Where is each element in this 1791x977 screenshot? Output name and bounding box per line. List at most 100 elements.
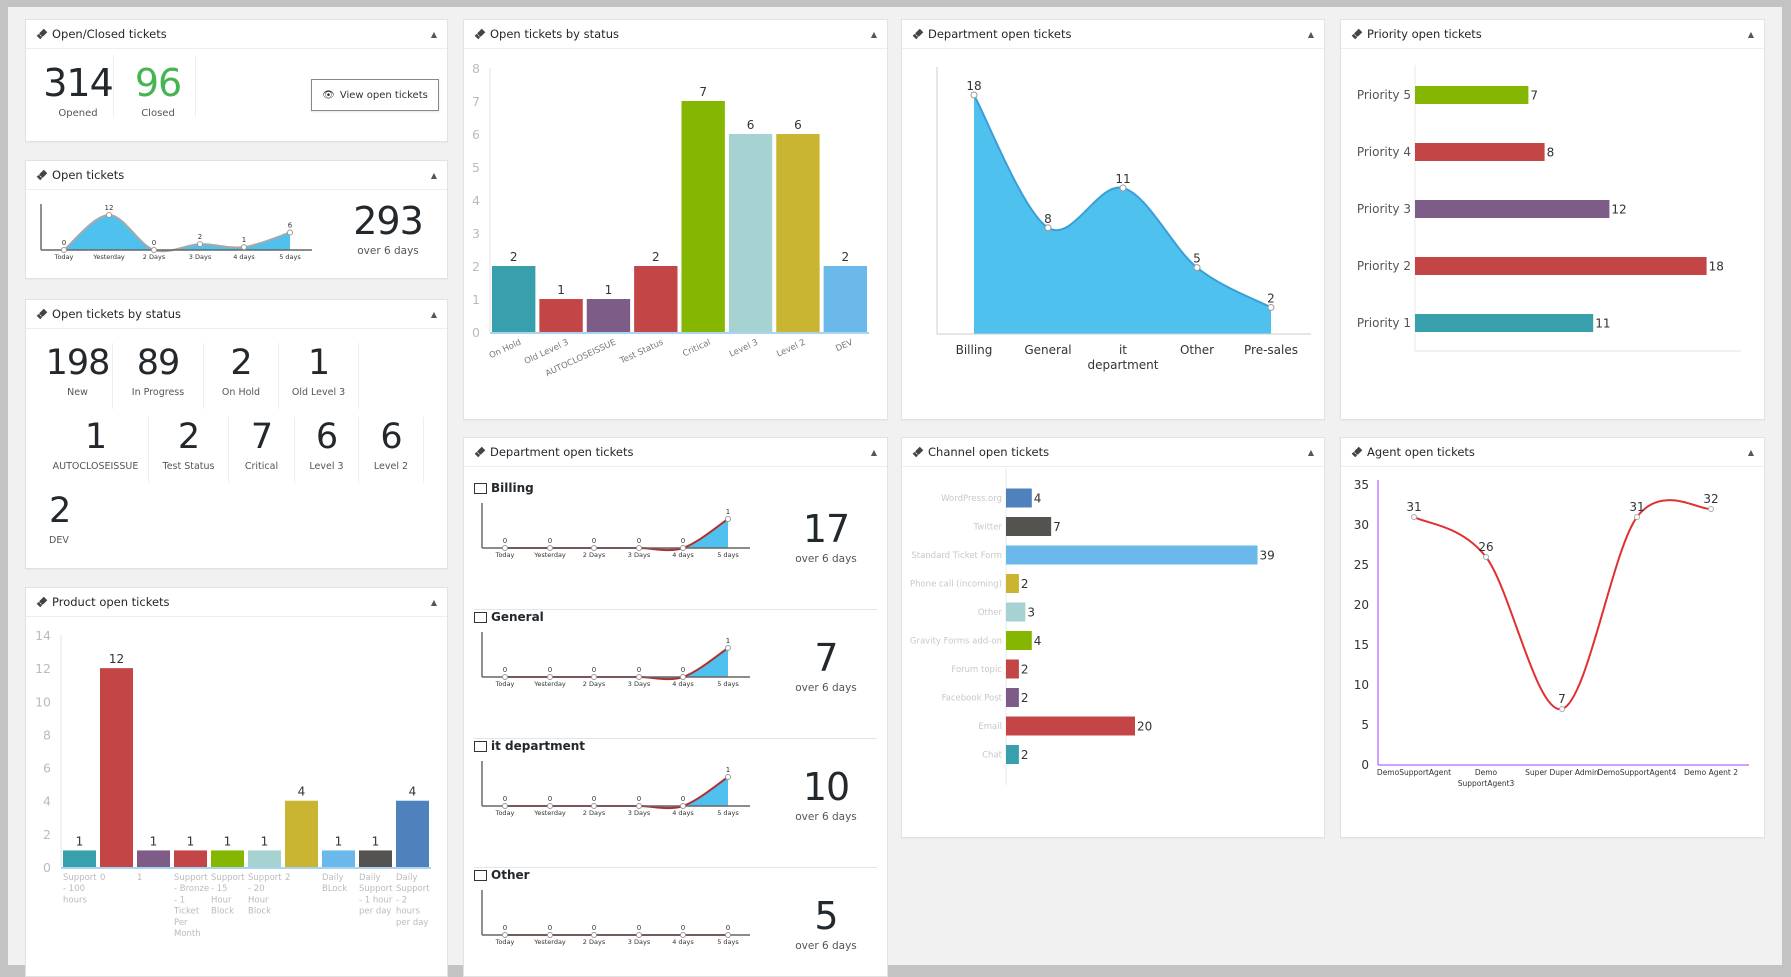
x-tick-label: 4 days bbox=[672, 680, 694, 688]
data-point bbox=[636, 932, 642, 938]
status-label: On Hold bbox=[221, 387, 261, 398]
collapse-toggle-icon[interactable]: ▲ bbox=[431, 171, 437, 180]
y-tick-label: 0 bbox=[1361, 758, 1369, 772]
data-label: 39 bbox=[1260, 549, 1275, 563]
data-point bbox=[287, 229, 293, 236]
x-tick-label: Today bbox=[54, 253, 74, 261]
data-label: 1 bbox=[261, 834, 269, 848]
data-label: 0 bbox=[548, 537, 552, 545]
x-tick-label: Pre-sales bbox=[1244, 343, 1298, 357]
data-point bbox=[725, 516, 731, 522]
collapse-toggle-icon[interactable]: ▲ bbox=[431, 30, 437, 39]
data-label: 6 bbox=[288, 222, 293, 230]
status-count: 2 bbox=[49, 491, 71, 531]
y-tick-label: 1 bbox=[472, 292, 480, 307]
data-point bbox=[1708, 506, 1714, 512]
data-point bbox=[636, 545, 642, 551]
data-label: 0 bbox=[637, 924, 641, 932]
collapse-toggle-icon[interactable]: ▲ bbox=[871, 30, 877, 39]
department-total: 5 over 6 days bbox=[766, 895, 886, 952]
bar bbox=[1006, 574, 1019, 593]
x-tick-label: Yesterday bbox=[92, 253, 125, 261]
data-point bbox=[725, 932, 731, 938]
area-fill bbox=[64, 215, 290, 252]
opened-label: Opened bbox=[58, 108, 98, 119]
status-count: 1 bbox=[307, 343, 330, 383]
y-tick-label: Gravity Forms add-on bbox=[910, 636, 1002, 646]
x-tick-label: DemoSupportAgent4 bbox=[1598, 768, 1677, 777]
data-label: 2 bbox=[841, 250, 849, 264]
data-label: 0 bbox=[637, 537, 641, 545]
bar bbox=[823, 266, 867, 332]
x-tick-label: 3 Days bbox=[189, 253, 212, 261]
data-label: 11 bbox=[1115, 172, 1130, 186]
x-tick-label: 5 days bbox=[717, 809, 739, 817]
status-chart-panel: Open tickets by status ▲ 0 1 2 3 4 5 6 7 8 2 On Hol… bbox=[463, 19, 888, 420]
x-tick-label: 3 Days bbox=[628, 680, 651, 688]
data-label: 0 bbox=[681, 795, 685, 803]
x-tick-label: Other bbox=[1180, 343, 1214, 357]
y-tick-label: 0 bbox=[472, 325, 480, 340]
collapse-toggle-icon[interactable]: ▲ bbox=[431, 310, 437, 319]
panel-title: Department open tickets bbox=[490, 445, 634, 459]
data-point bbox=[241, 244, 247, 251]
status-label: Old Level 3 bbox=[291, 387, 346, 398]
collapse-toggle-icon[interactable]: ▲ bbox=[871, 448, 877, 457]
y-tick-label: 5 bbox=[472, 160, 480, 175]
collapse-toggle-icon[interactable]: ▲ bbox=[431, 598, 437, 607]
status-count: 2 bbox=[230, 343, 252, 383]
collapse-toggle-icon[interactable]: ▲ bbox=[1308, 448, 1314, 457]
status-count: 7 bbox=[250, 417, 273, 457]
x-tick-label: 5 days bbox=[717, 551, 739, 559]
data-label: 1 bbox=[242, 236, 246, 244]
data-label: 2 bbox=[510, 250, 518, 264]
opened-count: 314 bbox=[43, 61, 114, 105]
collapse-toggle-icon[interactable]: ▲ bbox=[1748, 30, 1754, 39]
data-label: 2 bbox=[1021, 748, 1029, 762]
y-tick-label: Priority 5 bbox=[1357, 88, 1411, 102]
data-label: 0 bbox=[637, 795, 641, 803]
status-label: Test Status bbox=[162, 461, 215, 472]
department-total-count: 17 bbox=[802, 507, 850, 551]
panel-title: Product open tickets bbox=[52, 595, 170, 609]
y-tick-label: 2 bbox=[472, 259, 480, 274]
y-tick-label: Twitter bbox=[973, 522, 1003, 532]
priority-panel: Priority open tickets ▲ Priority 5 7 Priori… bbox=[1340, 19, 1765, 420]
status-count: 89 bbox=[136, 343, 181, 383]
dashboard: Open/Closed tickets ▲ 314 Opened 96 Closed … bbox=[8, 7, 1782, 977]
y-tick-label: 10 bbox=[1354, 678, 1369, 692]
y-tick-label: Phone call (incoming) bbox=[910, 579, 1002, 589]
open-closed-panel: Open/Closed tickets ▲ 314 Opened 96 Closed … bbox=[25, 19, 448, 142]
status-stat: 1 AUTOCLOSEISSUE bbox=[43, 417, 149, 483]
collapse-toggle-icon[interactable]: ▲ bbox=[1748, 448, 1754, 457]
bar bbox=[1415, 257, 1707, 275]
x-tick-label: 4 days bbox=[672, 809, 694, 817]
data-point bbox=[547, 932, 553, 938]
data-label: 0 bbox=[637, 666, 641, 674]
y-tick-label: 3 bbox=[472, 226, 480, 241]
data-point bbox=[106, 212, 112, 218]
collapse-toggle-icon[interactable]: ▲ bbox=[1308, 30, 1314, 39]
x-tick-label: Level 2 bbox=[775, 338, 807, 360]
x-tick-label: 3 Days bbox=[628, 938, 651, 946]
data-label: 0 bbox=[681, 924, 685, 932]
status-count: 6 bbox=[380, 417, 402, 457]
view-open-tickets-button[interactable]: 👁 View open tickets bbox=[311, 79, 439, 111]
x-tick-label: Demo Agent 2 bbox=[1684, 768, 1738, 777]
data-label: 1 bbox=[726, 637, 730, 645]
department-total: 17 over 6 days bbox=[766, 508, 886, 565]
data-label: 1 bbox=[726, 508, 730, 516]
product-bar-chart: 024681012141Support - 100 hours120111Suppo… bbox=[35, 628, 431, 939]
area-fill bbox=[505, 519, 728, 551]
open-total-count: 293 bbox=[353, 199, 424, 243]
status-count: 198 bbox=[45, 343, 111, 383]
x-tick-label: General bbox=[1024, 343, 1071, 357]
bar bbox=[1006, 688, 1019, 707]
panel-header: Department open tickets ▲ bbox=[902, 20, 1324, 49]
status-stat: 89 In Progress bbox=[113, 343, 204, 409]
data-point bbox=[591, 674, 597, 680]
data-point bbox=[502, 545, 508, 551]
department-total-count: 10 bbox=[802, 765, 850, 809]
status-label: Critical bbox=[244, 461, 279, 472]
data-label: 0 bbox=[548, 795, 552, 803]
